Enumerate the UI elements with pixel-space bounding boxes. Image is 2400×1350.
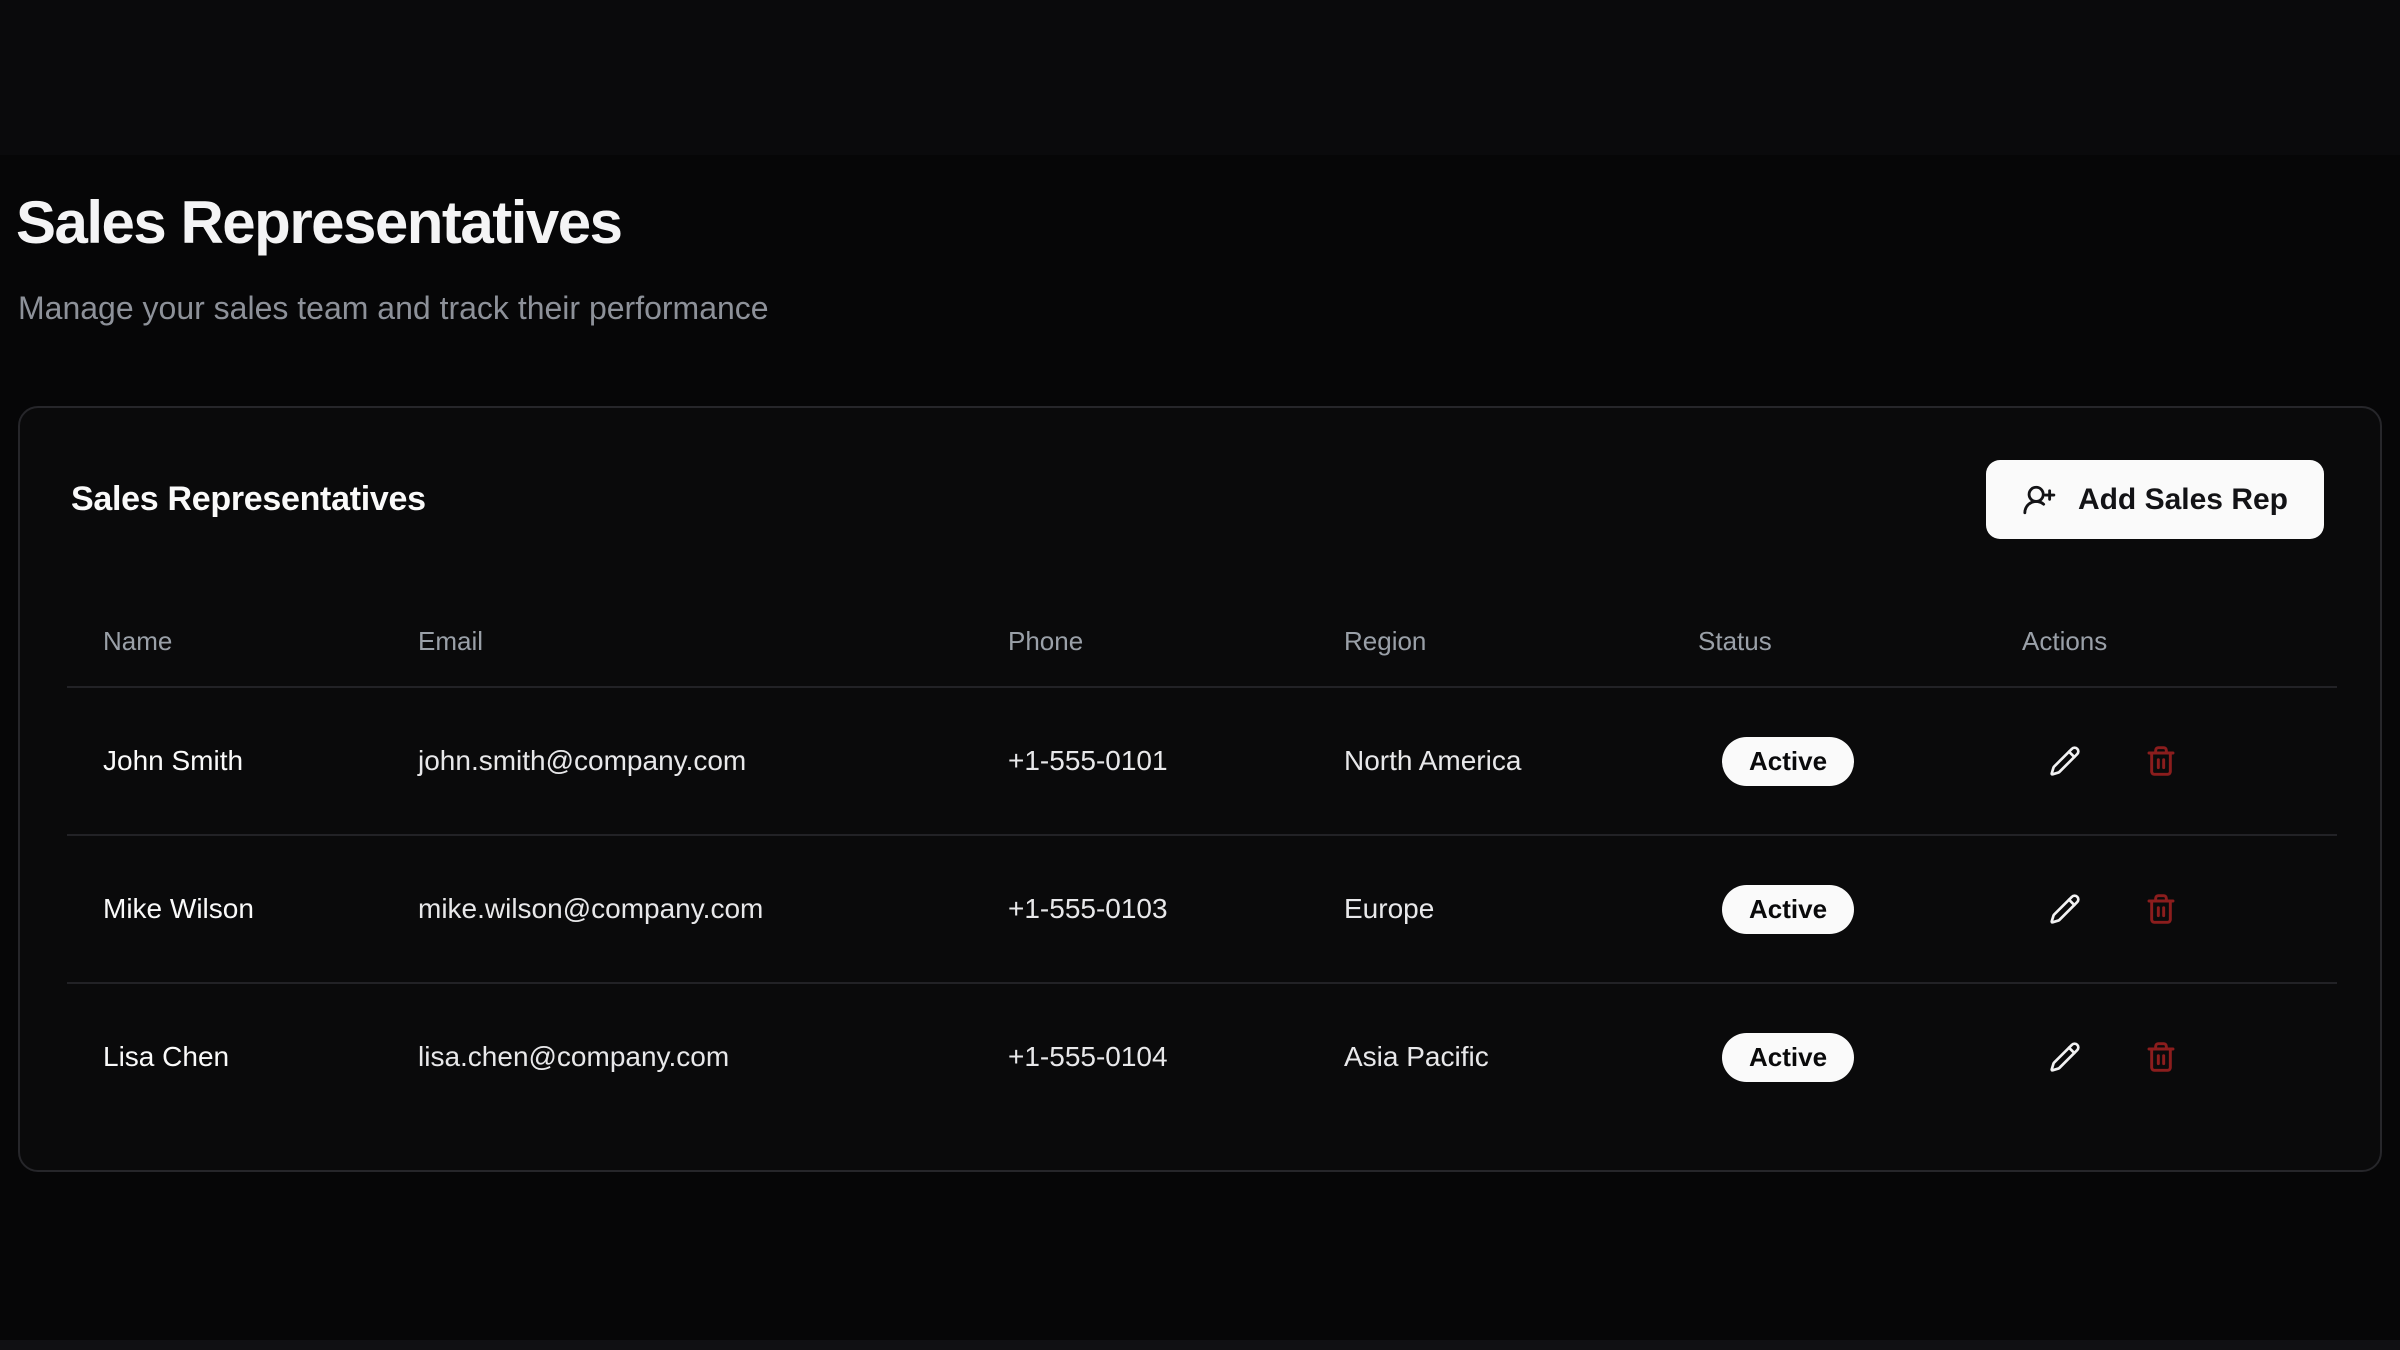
rep-email: lisa.chen@company.com [418,983,1008,1130]
delete-button[interactable] [2141,1037,2181,1077]
page-title: Sales Representatives [16,188,622,257]
delete-button[interactable] [2141,741,2181,781]
status-badge: Active [1722,737,1854,786]
rep-name: Lisa Chen [67,983,418,1130]
edit-button[interactable] [2045,741,2085,781]
trash-icon [2145,745,2177,777]
column-header-region: Region [1344,596,1698,687]
rep-region: North America [1344,687,1698,835]
rep-phone: +1-555-0104 [1008,983,1344,1130]
trash-icon [2145,1041,2177,1073]
card-header: Sales Representatives Add Sales Rep [20,408,2380,539]
rep-name: John Smith [67,687,418,835]
table-row: Mike Wilson mike.wilson@company.com +1-5… [67,835,2337,983]
column-header-status: Status [1698,596,2022,687]
table-header-row: Name Email Phone Region Status Actions [67,596,2337,687]
add-sales-rep-button[interactable]: Add Sales Rep [1986,460,2324,539]
pencil-icon [2049,1041,2081,1073]
user-plus-icon [2022,483,2056,517]
row-actions [2022,984,2337,1130]
top-background-band [0,0,2400,155]
sales-representatives-card: Sales Representatives Add Sales Rep Name… [18,406,2382,1172]
rep-phone: +1-555-0103 [1008,835,1344,983]
delete-button[interactable] [2141,889,2181,929]
page-subtitle: Manage your sales team and track their p… [18,290,769,327]
trash-icon [2145,893,2177,925]
column-header-name: Name [67,596,418,687]
row-actions [2022,688,2337,834]
column-header-email: Email [418,596,1008,687]
row-actions [2022,836,2337,982]
rep-email: mike.wilson@company.com [418,835,1008,983]
column-header-phone: Phone [1008,596,1344,687]
status-badge: Active [1722,885,1854,934]
rep-email: john.smith@company.com [418,687,1008,835]
rep-name: Mike Wilson [67,835,418,983]
column-header-actions: Actions [2022,596,2337,687]
sales-reps-table: Name Email Phone Region Status Actions J… [67,596,2337,1130]
rep-region: Asia Pacific [1344,983,1698,1130]
status-badge: Active [1722,1033,1854,1082]
table-row: Lisa Chen lisa.chen@company.com +1-555-0… [67,983,2337,1130]
edit-button[interactable] [2045,889,2085,929]
pencil-icon [2049,745,2081,777]
table-row: John Smith john.smith@company.com +1-555… [67,687,2337,835]
pencil-icon [2049,893,2081,925]
add-sales-rep-label: Add Sales Rep [2078,483,2288,517]
rep-region: Europe [1344,835,1698,983]
edit-button[interactable] [2045,1037,2085,1077]
rep-phone: +1-555-0101 [1008,687,1344,835]
card-title: Sales Representatives [71,480,426,519]
bottom-edge-strip [0,1340,2400,1350]
